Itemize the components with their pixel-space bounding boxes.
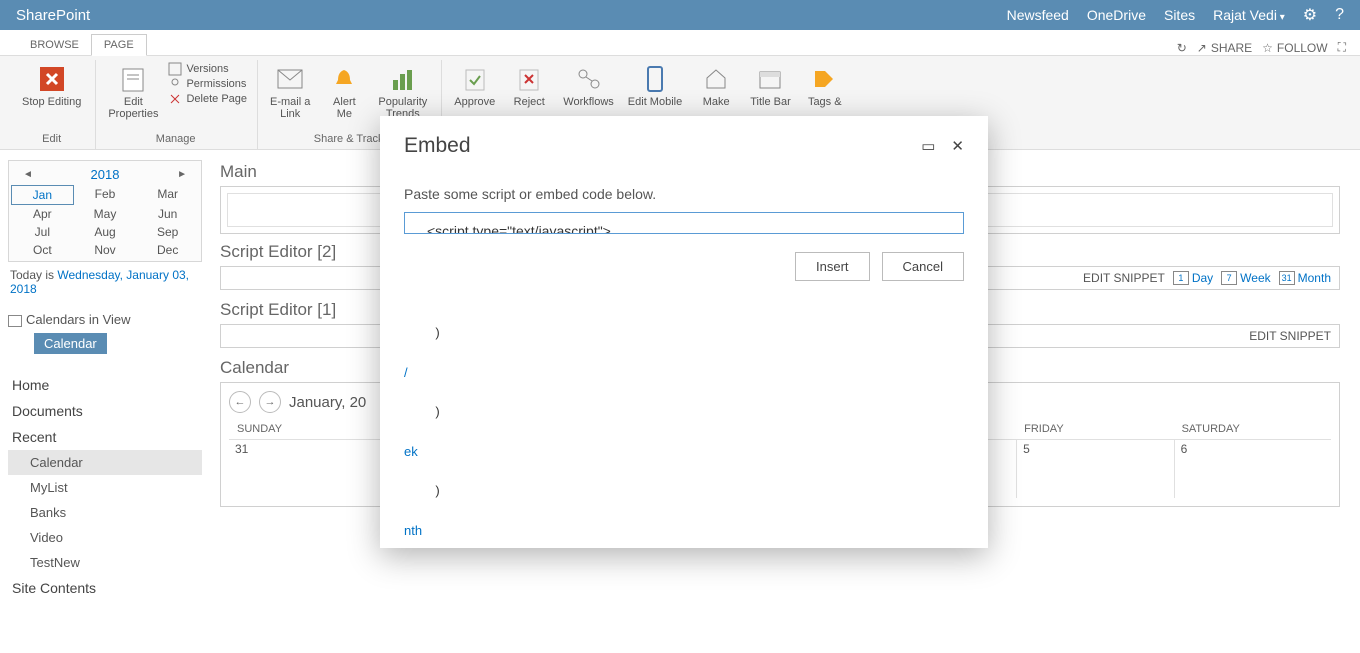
- cancel-button[interactable]: Cancel: [882, 252, 964, 281]
- embed-dialog: Embed ▭ ✕ Paste some script or embed cod…: [380, 116, 988, 548]
- insert-button[interactable]: Insert: [795, 252, 870, 281]
- close-icon[interactable]: ✕: [951, 137, 964, 155]
- trailing-code: ) / ) ek ) nth: [404, 303, 964, 579]
- dialog-subtitle: Paste some script or embed code below.: [404, 186, 964, 202]
- dialog-title: Embed: [404, 134, 471, 158]
- embed-textarea[interactable]: [404, 212, 964, 234]
- maximize-icon[interactable]: ▭: [921, 137, 935, 155]
